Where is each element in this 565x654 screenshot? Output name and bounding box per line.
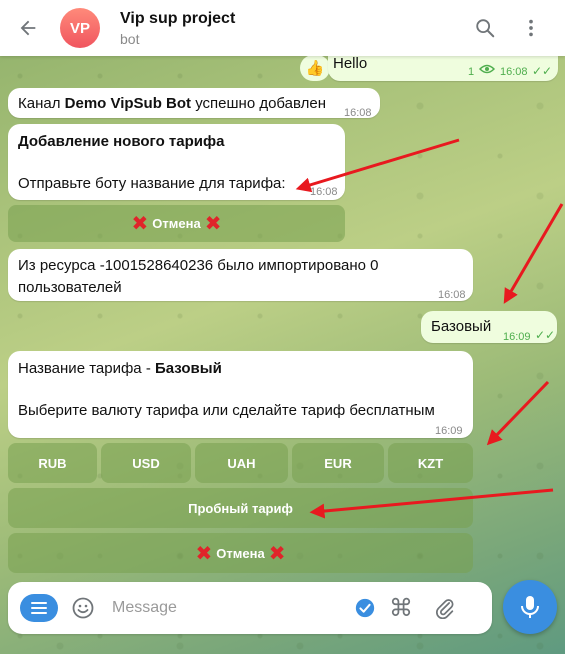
message-imported[interactable]: Из ресурса -1001528640236 было импортиро… <box>8 249 473 301</box>
bot-menu-button[interactable] <box>20 594 58 622</box>
message-title: Название тарифа - Базовый <box>18 359 222 379</box>
reaction-badge[interactable]: 👍 <box>300 55 330 81</box>
cancel-button[interactable]: ✖ Отмена ✖ <box>8 533 473 573</box>
currency-button-usd[interactable]: USD <box>101 443 191 483</box>
more-vertical-icon <box>529 19 533 37</box>
message-tariff-name[interactable]: Название тарифа - Базовый Выберите валют… <box>8 351 473 438</box>
attach-button[interactable] <box>430 593 460 623</box>
message-body: Выберите валюту тарифа или сделайте тари… <box>18 402 435 419</box>
currency-button-uah[interactable]: UAH <box>195 443 288 483</box>
trial-tariff-button[interactable]: Пробный тариф <box>8 488 473 528</box>
voice-record-button[interactable] <box>503 580 557 634</box>
commands-button[interactable]: ⌘ <box>386 593 416 623</box>
channel-name: Demo VipSub Bot <box>64 95 192 112</box>
chat-header: VP Vip sup project bot <box>0 0 565 56</box>
cross-mark-icon: ✖ <box>268 542 286 565</box>
search-icon <box>476 19 495 38</box>
back-button[interactable] <box>0 0 56 56</box>
message-time: 16:08 <box>344 107 372 119</box>
message-base-reply[interactable]: Базовый 16:09 ✓✓ <box>421 311 557 343</box>
currency-button-eur[interactable]: EUR <box>292 443 384 483</box>
button-label: Отмена <box>216 545 265 561</box>
currency-button-kzt[interactable]: KZT <box>388 443 473 483</box>
verified-badge-button[interactable] <box>350 593 380 623</box>
eye-icon <box>479 64 495 74</box>
read-checks-icon: ✓✓ <box>535 328 556 342</box>
message-time: 16:08 <box>438 289 466 301</box>
message-time: 16:09 <box>435 425 463 437</box>
message-time: 16:09 <box>503 331 531 343</box>
cross-mark-icon: ✖ <box>131 213 149 235</box>
search-button[interactable] <box>465 8 505 48</box>
annotation-arrow <box>486 380 550 446</box>
emoji-button[interactable] <box>68 593 98 623</box>
message-title-prefix: Название тарифа - <box>18 360 155 377</box>
message-add-tariff[interactable]: Добавление нового тарифа Отправьте боту … <box>8 124 345 200</box>
message-time: 16:08 <box>310 186 338 198</box>
paperclip-icon <box>436 599 454 619</box>
message-input[interactable] <box>112 599 342 617</box>
button-label: Отмена <box>152 216 201 231</box>
check-circle-icon <box>355 598 375 618</box>
annotation-arrow <box>503 203 564 304</box>
currency-button-rub[interactable]: RUB <box>8 443 97 483</box>
message-time: 16:08 <box>500 66 528 78</box>
message-text-prefix: Канал <box>18 95 65 112</box>
message-text: Hello <box>333 55 368 72</box>
chat-info[interactable]: Vip sup project bot <box>120 10 465 47</box>
message-text-suffix: успешно добавлен <box>191 95 327 112</box>
avatar[interactable]: VP <box>60 8 100 48</box>
message-text: Канал Demo VipSub Bot успешно добавлен <box>18 94 326 114</box>
message-text: Базовый <box>431 318 492 335</box>
microphone-icon <box>521 596 539 618</box>
message-body: Отправьте боту название для тарифа: <box>18 175 286 192</box>
message-text: Из ресурса -1001528640236 было импортиро… <box>18 257 379 296</box>
cancel-button[interactable]: ✖ Отмена ✖ <box>8 205 345 242</box>
smile-icon <box>72 597 94 619</box>
menu-icon <box>31 602 47 614</box>
command-icon: ⌘ <box>389 594 413 622</box>
cross-mark-icon: ✖ <box>195 542 213 565</box>
message-title: Добавление нового тарифа <box>18 133 225 150</box>
view-count: 1 <box>468 66 475 78</box>
tariff-name: Базовый <box>154 360 222 377</box>
message-channel-added[interactable]: Канал Demo VipSub Bot успешно добавлен 1… <box>8 88 380 119</box>
more-menu-button[interactable] <box>511 8 551 48</box>
read-checks-icon: ✓✓ <box>532 64 553 78</box>
cross-mark-icon: ✖ <box>204 213 222 235</box>
thumbs-up-icon: 👍 <box>305 60 325 77</box>
chat-title: Vip sup project <box>120 9 236 27</box>
arrow-left-icon <box>20 20 36 36</box>
chat-subtitle: bot <box>120 30 140 47</box>
message-composer: ⌘ <box>8 582 492 634</box>
